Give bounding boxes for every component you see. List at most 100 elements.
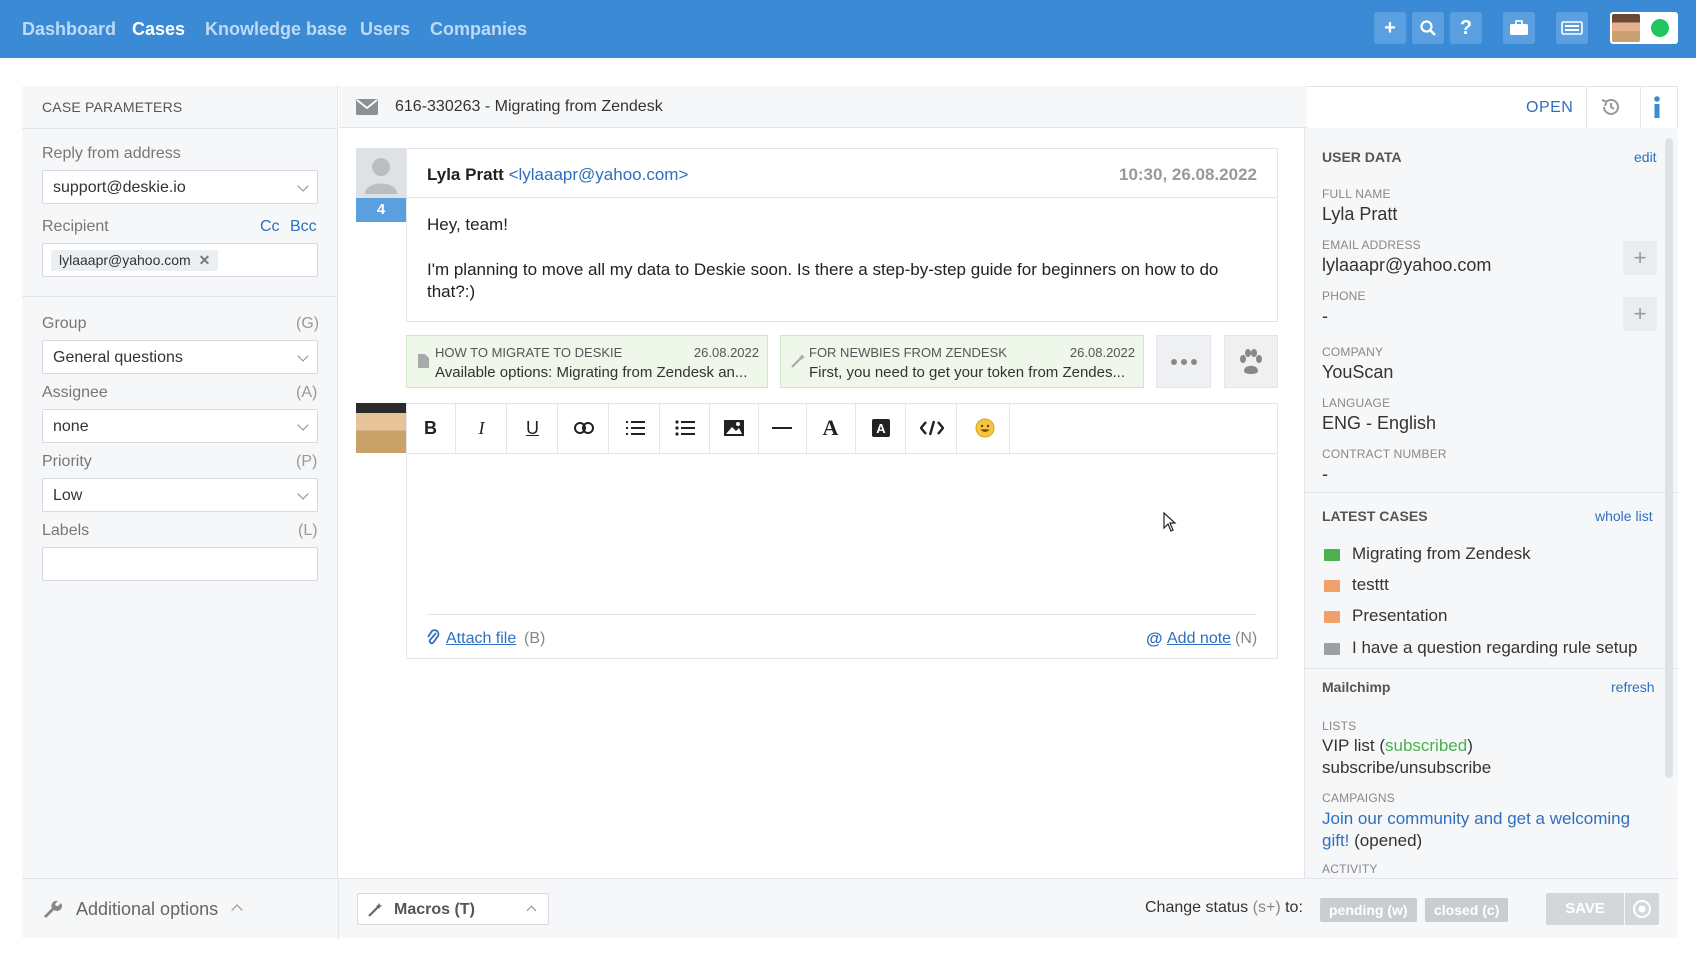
group-value: General questions [53,349,183,366]
sender-avatar [356,148,406,198]
kb-suggestion-card[interactable]: FOR NEWBIES FROM ZENDESK 26.08.2022 Firs… [780,335,1144,388]
italic-icon[interactable]: I [457,403,507,453]
kb-card-text: First, you need to get your token from Z… [809,364,1125,381]
phone-value[interactable]: - [1322,306,1328,327]
bullet-list-icon[interactable] [660,403,710,453]
at-icon: @ [1146,629,1163,648]
mouse-cursor-icon [1163,512,1177,532]
labels-label: Labels [42,522,90,539]
emoji-icon[interactable] [960,403,1010,453]
paw-icon[interactable] [1224,335,1278,388]
macros-button[interactable]: Macros (T) [357,893,549,925]
additional-options-button[interactable]: Additional options [76,899,218,920]
add-note-link[interactable]: Add note [1167,630,1231,648]
code-icon[interactable] [907,403,957,453]
email-label: EMAIL ADDRESS [1322,238,1421,252]
more-icon[interactable] [1156,335,1211,388]
whole-list-link[interactable]: whole list [1595,508,1653,524]
user-data-panel: USER DATA edit FULL NAME Lyla Pratt EMAI… [1304,128,1679,878]
scrollbar[interactable] [1665,138,1673,778]
email-value[interactable]: lylaaapr@yahoo.com [1322,255,1491,276]
numbered-list-icon[interactable] [610,403,660,453]
kb-card-title: FOR NEWBIES FROM ZENDESK [809,345,1007,360]
top-navigation: Dashboard Cases Knowledge base Users Com… [0,0,1696,58]
history-icon[interactable] [1600,96,1622,118]
contract-label: CONTRACT NUMBER [1322,447,1447,461]
add-email-icon[interactable]: + [1623,241,1657,275]
case-status[interactable]: OPEN [1526,99,1573,117]
add-phone-icon[interactable]: + [1623,297,1657,331]
close-icon[interactable]: ✕ [199,252,211,268]
user-menu[interactable] [1610,12,1678,44]
chevron-up-icon [526,905,537,916]
group-label: Group [42,315,87,332]
reply-from-value: support@deskie.io [53,179,186,196]
priority-label: Priority [42,453,92,470]
help-icon[interactable]: ? [1450,12,1482,44]
assignee-select[interactable]: none [42,409,318,443]
info-icon[interactable] [1651,95,1663,119]
horizontal-rule-icon[interactable] [757,403,807,453]
nav-cases[interactable]: Cases [132,19,185,40]
attach-file-key: (B) [524,630,546,647]
nav-knowledge-base[interactable]: Knowledge base [205,19,347,40]
labels-input[interactable] [42,547,318,581]
language-value: ENG - English [1322,413,1437,433]
briefcase-icon[interactable] [1503,12,1535,44]
closed-status-button[interactable]: closed (c) [1425,898,1509,922]
save-options-button[interactable] [1625,893,1659,925]
message-card: Lyla Pratt <lylaaapr@yahoo.com> 10:30, 2… [406,148,1278,322]
message-count-badge: 4 [356,198,406,222]
nav-dashboard[interactable]: Dashboard [22,19,116,40]
save-button[interactable]: SAVE [1546,893,1624,925]
image-icon[interactable] [709,403,759,453]
kb-card-text: Available options: Migrating from Zendes… [435,364,748,381]
panel-title: CASE PARAMETERS [42,99,183,115]
edit-user-link[interactable]: edit [1634,149,1657,165]
font-color-icon[interactable]: A [806,403,856,453]
cc-link[interactable]: Cc [260,218,280,236]
latest-case-item[interactable]: Presentation [1352,606,1447,626]
group-select[interactable]: General questions [42,340,318,374]
full-name-value: Lyla Pratt [1322,204,1398,224]
keyboard-icon[interactable] [1556,12,1588,44]
case-parameters-panel: CASE PARAMETERS Reply from address suppo… [22,86,338,938]
pending-status-button[interactable]: pending (w) [1320,898,1417,922]
underline-icon[interactable]: U [508,403,558,453]
document-icon [418,354,429,368]
bcc-link[interactable]: Bcc [290,218,317,236]
full-name-label: FULL NAME [1322,187,1391,201]
latest-case-item[interactable]: I have a question regarding rule setup [1352,638,1637,658]
reply-from-select[interactable]: support@deskie.io [42,170,318,204]
language-label: LANGUAGE [1322,396,1391,410]
vip-list-name: VIP list [1322,736,1375,755]
change-status-key: (s+) [1252,899,1281,916]
recipient-input[interactable]: lylaaapr@yahoo.com ✕ [42,243,318,277]
kb-card-title: HOW TO MIGRATE TO DESKIE [435,345,623,360]
change-status-to: to: [1285,899,1303,916]
sender-email[interactable]: <lylaaapr@yahoo.com> [509,165,689,184]
recipient-label: Recipient [42,218,109,235]
subscribe-link[interactable]: subscribe/unsubscribe [1322,758,1491,778]
background-color-icon[interactable]: A [856,403,906,453]
change-status-text: Change status [1145,899,1249,916]
attach-file-link[interactable]: Attach file [446,630,516,648]
nav-companies[interactable]: Companies [430,19,527,40]
latest-case-item[interactable]: testtt [1352,575,1389,595]
refresh-link[interactable]: refresh [1611,679,1655,695]
reply-from-label: Reply from address [42,145,181,162]
campaign-status: (opened) [1354,831,1423,850]
company-value[interactable]: YouScan [1322,362,1393,383]
link-icon[interactable] [559,403,609,453]
plus-icon[interactable]: + [1374,12,1406,44]
nav-users[interactable]: Users [360,19,410,40]
latest-case-item[interactable]: Migrating from Zendesk [1352,544,1531,564]
user-data-heading: USER DATA [1322,149,1402,165]
case-envelope-icon [1324,611,1340,623]
kb-suggestion-card[interactable]: HOW TO MIGRATE TO DESKIE 26.08.2022 Avai… [406,335,768,388]
priority-select[interactable]: Low [42,478,318,512]
bold-icon[interactable]: B [406,403,456,453]
search-icon[interactable] [1412,12,1444,44]
campaign-item: Join our community and get a welcoming g… [1322,808,1642,852]
case-envelope-icon [1324,580,1340,592]
